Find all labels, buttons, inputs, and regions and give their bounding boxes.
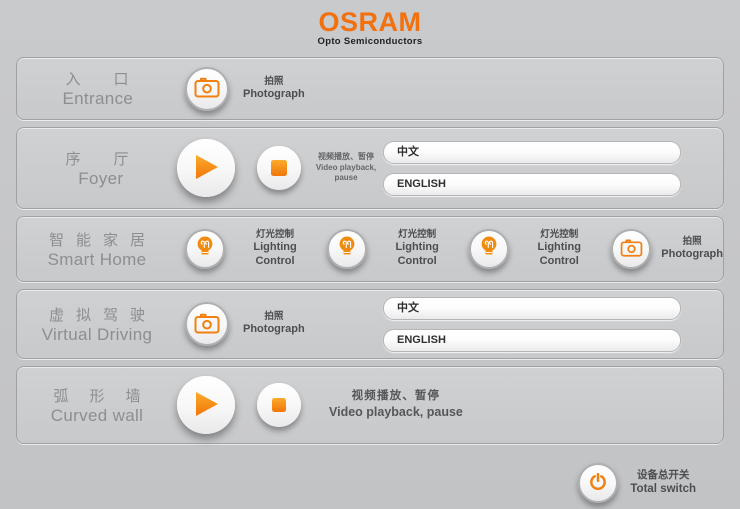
virtual-driving-photo-button[interactable] [185, 302, 229, 346]
foyer-play-button[interactable] [177, 139, 235, 197]
play-icon [193, 390, 219, 421]
lightbulb-icon [337, 235, 357, 263]
section-curved-wall: 弧形墙 Curved wall 视频播放、暂停 Video playback, … [16, 366, 724, 444]
header: OSRAM Opto Semiconductors [0, 0, 740, 57]
foyer-chinese-button[interactable]: 中文 [383, 141, 681, 164]
entrance-photo-button[interactable] [185, 67, 229, 111]
foyer-title-zh: 序厅 [17, 148, 177, 169]
curved-wall-title-en: Curved wall [17, 406, 177, 426]
total-switch-button[interactable] [578, 463, 618, 503]
smart-home-title: 智能家居 Smart Home [17, 229, 177, 270]
section-entrance: 入口 Entrance 拍照 Photograph [16, 57, 724, 120]
camera-icon [194, 312, 220, 337]
virtual-driving-english-button[interactable]: ENGLISH [383, 329, 681, 352]
stop-icon [272, 398, 286, 412]
virtual-driving-photo-label: 拍照 Photograph [243, 311, 305, 337]
entrance-title-en: Entrance [17, 89, 177, 109]
lighting-control-label-3: 灯光控制 Lighting Control [519, 229, 599, 268]
smart-home-title-en: Smart Home [17, 250, 177, 270]
footer: 设备总开关 Total switch [0, 451, 740, 509]
virtual-driving-chinese-button[interactable]: 中文 [383, 297, 681, 320]
lightbulb-icon [195, 235, 215, 263]
entrance-title-zh: 入口 [17, 68, 177, 89]
total-switch-label: 设备总开关 Total switch [630, 469, 696, 498]
curved-wall-play-button[interactable] [177, 376, 235, 434]
lighting-control-button-2[interactable] [327, 229, 367, 269]
curved-wall-title: 弧形墙 Curved wall [17, 385, 177, 426]
foyer-title-en: Foyer [17, 169, 177, 189]
power-icon [588, 472, 608, 495]
curved-wall-stop-button[interactable] [257, 383, 301, 427]
virtual-driving-title: 虚拟驾驶 Virtual Driving [17, 304, 177, 345]
entrance-photo-label: 拍照 Photograph [243, 76, 305, 102]
foyer-english-button[interactable]: ENGLISH [383, 173, 681, 196]
curved-wall-title-zh: 弧形墙 [17, 385, 177, 406]
section-smart-home: 智能家居 Smart Home 灯光控制 Lighting Control [16, 216, 724, 282]
entrance-title: 入口 Entrance [17, 68, 177, 109]
smart-home-photo-button[interactable] [611, 229, 651, 269]
section-virtual-driving: 虚拟驾驶 Virtual Driving 拍照 Photograph 中文 EN… [16, 289, 724, 359]
foyer-language-buttons: 中文 ENGLISH [383, 141, 681, 196]
smart-home-photo-label: 拍照 Photograph [661, 236, 723, 262]
lighting-control-button-3[interactable] [469, 229, 509, 269]
camera-icon [194, 76, 220, 101]
virtual-driving-title-en: Virtual Driving [17, 325, 177, 345]
stop-icon [271, 160, 287, 176]
foyer-stop-button[interactable] [257, 146, 301, 190]
smart-home-title-zh: 智能家居 [17, 229, 177, 250]
play-icon [193, 153, 219, 184]
curved-wall-video-label: 视频播放、暂停 Video playback, pause [329, 389, 463, 421]
foyer-title: 序厅 Foyer [17, 148, 177, 189]
virtual-driving-title-zh: 虚拟驾驶 [17, 304, 177, 325]
control-panel-screen: OSRAM Opto Semiconductors 入口 Entrance 拍照… [0, 0, 740, 509]
lighting-control-button-1[interactable] [185, 229, 225, 269]
camera-icon [620, 238, 643, 260]
osram-logo: OSRAM [0, 8, 740, 36]
virtual-driving-language-buttons: 中文 ENGLISH [383, 297, 681, 352]
lighting-control-label-2: 灯光控制 Lighting Control [377, 229, 457, 268]
section-foyer: 序厅 Foyer 视频播放、暂停 Video playback, pause 中… [16, 127, 724, 209]
lightbulb-icon [479, 235, 499, 263]
logo-subtitle: Opto Semiconductors [0, 36, 740, 47]
foyer-video-label: 视频播放、暂停 Video playback, pause [309, 152, 383, 183]
lighting-control-label-1: 灯光控制 Lighting Control [235, 229, 315, 268]
